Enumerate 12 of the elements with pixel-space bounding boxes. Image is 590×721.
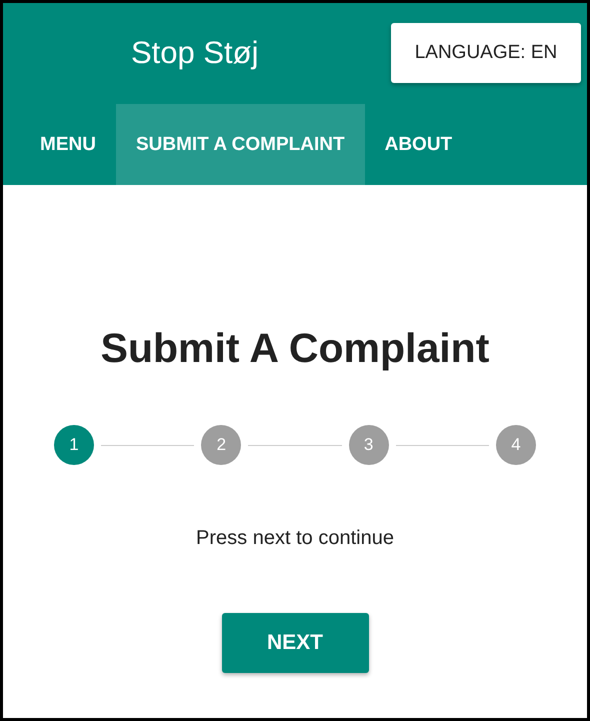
nav-tab[interactable]: MENU bbox=[3, 104, 116, 185]
page-heading: Submit A Complaint bbox=[100, 325, 490, 372]
step-circle: 2 bbox=[201, 425, 242, 465]
step-circle: 1 bbox=[54, 425, 94, 465]
language-button[interactable]: LANGUAGE: EN bbox=[391, 23, 581, 83]
nav-tab[interactable]: ABOUT bbox=[364, 104, 472, 185]
step-circle: 4 bbox=[496, 425, 536, 465]
step-circle: 3 bbox=[348, 425, 389, 465]
app-title: Stop Støj bbox=[131, 35, 260, 71]
nav-tab[interactable]: SUBMIT A COMPLAINT bbox=[116, 104, 365, 185]
instruction-text: Press next to continue bbox=[196, 527, 394, 550]
next-button[interactable]: NEXT bbox=[222, 613, 368, 673]
